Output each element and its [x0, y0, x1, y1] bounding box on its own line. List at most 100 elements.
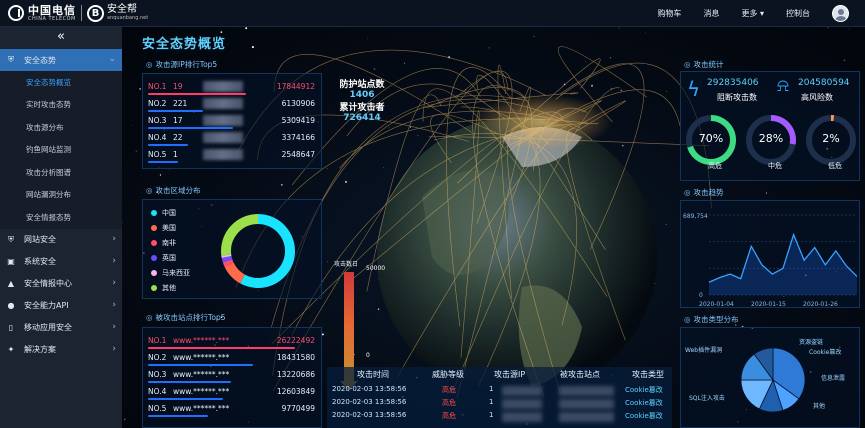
ip-rank-name: 221 — [173, 99, 188, 108]
attack-log-table: 攻击时间 威胁等级 攻击源IP 被攻击站点 攻击类型 2020-02-03 13… — [327, 367, 672, 428]
cell-time: 2020-02-03 13:58:56 — [332, 411, 407, 419]
donut-slice-3[interactable] — [221, 255, 233, 263]
star — [247, 41, 248, 43]
site-rank-bar — [148, 398, 223, 400]
masked-site — [559, 399, 614, 409]
sidebar-item-intel-center[interactable]: ▲ 安全情报中心 › — [0, 273, 122, 295]
site-rank-rank: NO.3 — [148, 370, 167, 379]
sidebar-sub-source[interactable]: 攻击源分布 — [0, 116, 122, 139]
cell-ip: 1 — [489, 385, 494, 393]
col-type: 攻击类型 — [632, 370, 664, 379]
col-time: 攻击时间 — [357, 370, 389, 379]
star — [245, 27, 248, 30]
blocked-value: 292835406 — [707, 78, 759, 88]
site-rank-row[interactable]: NO.1 www.******.*** 26222492 — [143, 334, 319, 350]
site-rank-row[interactable]: NO.4 www.******.*** 12603849 — [143, 385, 319, 401]
site-rank-name: www.******.*** — [173, 387, 230, 396]
legend-label: 南非 — [162, 239, 176, 247]
sidebar-item-system-security[interactable]: ▣ 系统安全 › — [0, 251, 122, 273]
ring-label: 中危 — [768, 161, 782, 170]
x-tick-label: 2020-01-04 — [699, 301, 734, 308]
star — [417, 134, 419, 137]
star — [533, 36, 535, 38]
table-row[interactable]: 2020-02-03 13:58:56 高危 1 Cookie篡改 — [327, 398, 672, 410]
ip-rank-row[interactable]: NO.1 19 17844912 — [143, 80, 319, 96]
ip-rank-rank: NO.2 — [148, 99, 167, 108]
y-tick-label: 689,754 — [683, 213, 708, 220]
ip-rank-rank: NO.1 — [148, 82, 167, 91]
star — [827, 27, 829, 29]
sidebar-item-mobile[interactable]: ▯ 移动应用安全 › — [0, 317, 122, 339]
legend-swatch — [151, 210, 157, 216]
person-icon: ● — [7, 300, 15, 310]
chevron-right-icon: › — [112, 343, 116, 354]
brand-logo[interactable]: 中国电信 CHINA TELECOM B 安全帮 anquanbang.net — [8, 4, 148, 22]
collapse-icon[interactable]: « — [0, 27, 122, 49]
sidebar-item-security-situation[interactable]: ⛨ 安全态势 ⌄ — [0, 49, 122, 71]
sidebar-sub-overview[interactable]: 安全态势概览 — [0, 71, 122, 94]
sidebar-item-solutions[interactable]: ✦ 解决方案 › — [0, 339, 122, 361]
attack-stats-title: 攻击统计 — [684, 59, 724, 70]
table-row[interactable]: 2020-02-03 13:58:56 高危 1 Cookie篡改 — [327, 385, 672, 397]
star — [618, 27, 620, 29]
star — [620, 89, 622, 92]
chevron-down-icon: ⌄ — [108, 54, 116, 64]
ip-rank-value: 6130906 — [281, 99, 315, 108]
star — [403, 62, 406, 64]
site-rank-row[interactable]: NO.2 www.******.*** 18431580 — [143, 351, 319, 367]
top-bar: 中国电信 CHINA TELECOM B 安全帮 anquanbang.net … — [0, 0, 865, 27]
sidebar-item-web-security[interactable]: ⛨ 网站安全 › — [0, 229, 122, 251]
site-rank-rank: NO.2 — [148, 353, 167, 362]
ring-label: 低危 — [828, 161, 842, 170]
legend-item[interactable]: 中国 — [151, 208, 176, 218]
type-label: 信息泄露 — [821, 374, 845, 382]
masked-ip — [203, 81, 243, 92]
cell-type: Cookie篡改 — [625, 386, 663, 394]
donut-slice-1[interactable] — [224, 262, 246, 284]
ip-rank-row[interactable]: NO.2 221 6130906 — [143, 97, 319, 113]
table-row[interactable]: 2020-02-03 13:58:56 高危 1 Cookie篡改 — [327, 411, 672, 423]
star — [251, 46, 254, 49]
legend-item[interactable]: 其他 — [151, 283, 176, 293]
avatar[interactable] — [832, 5, 849, 22]
legend-item[interactable]: 马来西亚 — [151, 268, 190, 278]
site-rank-row[interactable]: NO.5 www.******.*** 9770499 — [143, 402, 319, 418]
cell-ip: 1 — [489, 411, 494, 419]
trend-line-chart: 689,754 0 2020-01-04 2020-01-15 2020-01-26 — [683, 213, 858, 308]
sidebar-sub-phishing[interactable]: 钓鱼网站监测 — [0, 138, 122, 161]
sidebar-sub-graph[interactable]: 攻击分析图谱 — [0, 161, 122, 184]
ip-rank-row[interactable]: NO.3 17 5309419 — [143, 114, 319, 130]
ip-rank-row[interactable]: NO.4 22 3374166 — [143, 131, 319, 147]
legend-swatch — [151, 255, 157, 261]
sidebar-sub-vuln[interactable]: 网站漏洞分布 — [0, 183, 122, 206]
sidebar: « ⛨ 安全态势 ⌄ 安全态势概览 实时攻击态势 攻击源分布 钓鱼网站监测 攻击… — [0, 27, 122, 428]
legend-swatch — [151, 225, 157, 231]
nav-more[interactable]: 更多 ▾ — [741, 8, 764, 19]
legend-item[interactable]: 南非 — [151, 238, 176, 248]
sidebar-item-api[interactable]: ● 安全能力API › — [0, 295, 122, 317]
ip-rank-bar — [148, 93, 246, 95]
y-tick-label: 0 — [699, 292, 703, 299]
col-site: 被攻击站点 — [560, 370, 600, 379]
risk-rings: 70% 高危 28% 中危 2% 低危 — [686, 115, 856, 170]
star — [849, 28, 850, 30]
sidebar-sub-realtime[interactable]: 实时攻击态势 — [0, 93, 122, 116]
nav-messages[interactable]: 消息 — [703, 8, 719, 19]
donut-slice-0[interactable] — [240, 214, 295, 288]
legend-item[interactable]: 英国 — [151, 253, 176, 263]
ip-rank-title: 攻击源IP排行Top5 — [146, 59, 218, 70]
star — [344, 180, 348, 183]
star — [365, 231, 366, 232]
site-rank-row[interactable]: NO.3 www.******.*** 13220686 — [143, 368, 319, 384]
protect-label: 防护站点数 — [339, 80, 385, 90]
brand-en: CHINA TELECOM — [28, 15, 76, 22]
ip-rank-rank: NO.5 — [148, 150, 167, 159]
masked-ip — [502, 412, 542, 422]
donut-slice-5[interactable] — [221, 214, 259, 256]
nav-cart[interactable]: 购物车 — [657, 8, 681, 19]
legend-item[interactable]: 美国 — [151, 223, 176, 233]
donut-slice-2[interactable] — [222, 259, 234, 267]
sidebar-sub-intel[interactable]: 安全情报态势 — [0, 206, 122, 229]
nav-console[interactable]: 控制台 — [786, 8, 810, 19]
ip-rank-row[interactable]: NO.5 1 2548647 — [143, 148, 319, 164]
